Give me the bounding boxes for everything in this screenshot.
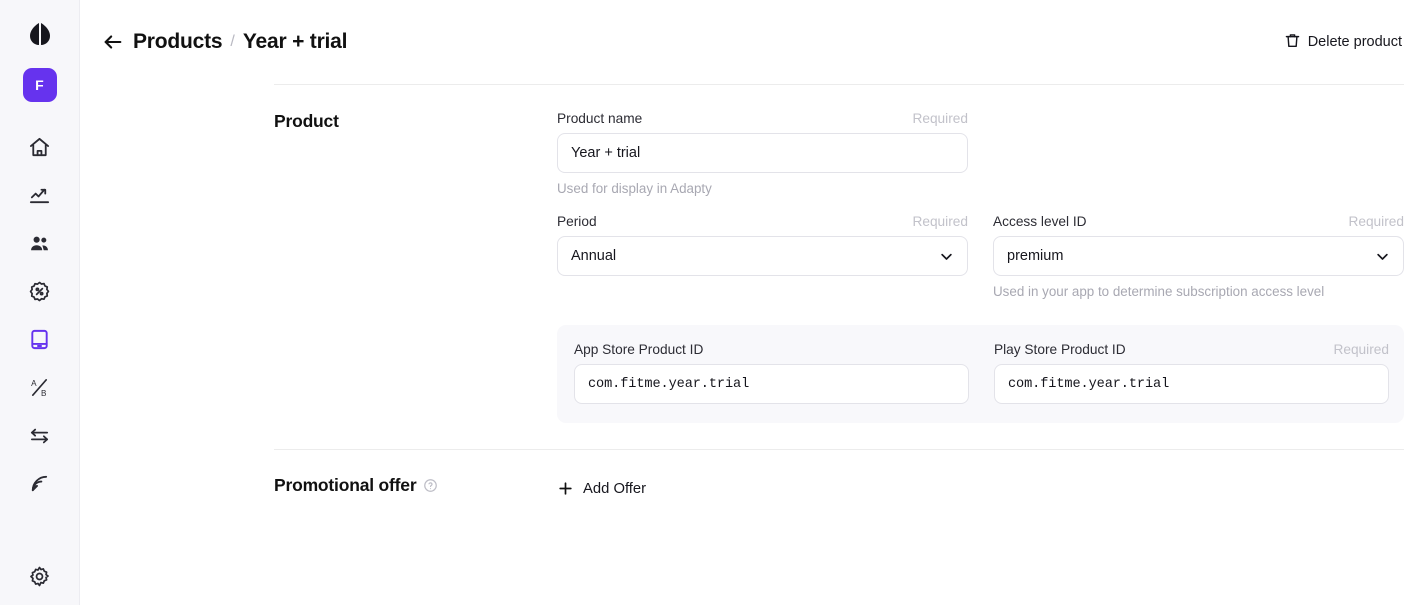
delete-product-button[interactable]: Delete product bbox=[1282, 26, 1404, 59]
sidebar-item-users[interactable] bbox=[20, 226, 60, 260]
access-level-select[interactable]: premium bbox=[993, 236, 1404, 276]
promo-section-title-text: Promotional offer bbox=[274, 475, 417, 495]
question-circle-icon[interactable] bbox=[423, 478, 438, 493]
product-name-row: Product name Required Year + trial Used … bbox=[557, 111, 1404, 196]
product-name-hint: Used for display in Adapty bbox=[557, 181, 712, 196]
svg-text:B: B bbox=[41, 389, 46, 398]
avatar[interactable]: F bbox=[22, 68, 57, 102]
sidebar-bottom bbox=[0, 559, 79, 593]
app-store-product-id-input[interactable]: com.fitme.year.trial bbox=[574, 364, 969, 404]
arrow-left-icon[interactable] bbox=[102, 31, 124, 53]
period-field: Period Required Annual bbox=[557, 214, 968, 299]
app-store-head: App Store Product ID bbox=[574, 342, 969, 357]
transfer-arrows-icon bbox=[28, 424, 51, 447]
access-level-select-value: premium bbox=[1007, 248, 1064, 264]
app-root: F A B Products / Year + trial Delete pro… bbox=[0, 0, 1426, 605]
chevron-down-icon bbox=[1375, 249, 1390, 264]
play-store-label: Play Store Product ID bbox=[994, 342, 1126, 357]
sidebar-item-integrations[interactable] bbox=[20, 418, 60, 452]
sidebar-item-settings[interactable] bbox=[20, 559, 60, 593]
period-head: Period Required bbox=[557, 214, 968, 229]
access-level-label: Access level ID bbox=[993, 214, 1087, 229]
product-section-title: Product bbox=[274, 111, 339, 131]
play-store-head: Play Store Product ID Required bbox=[994, 342, 1389, 357]
period-select-value: Annual bbox=[571, 248, 617, 264]
chevron-down-icon bbox=[939, 249, 954, 264]
play-store-product-id-input[interactable]: com.fitme.year.trial bbox=[994, 364, 1389, 404]
product-name-label: Product name bbox=[557, 111, 643, 126]
app-store-field: App Store Product ID com.fitme.year.tria… bbox=[574, 342, 969, 404]
sidebar-item-events[interactable] bbox=[20, 466, 60, 500]
plus-icon bbox=[557, 480, 574, 497]
topbar-actions: Delete product bbox=[1282, 26, 1404, 59]
mobile-device-icon bbox=[28, 328, 51, 351]
access-level-head: Access level ID Required bbox=[993, 214, 1404, 229]
breadcrumb-separator: / bbox=[230, 33, 235, 50]
sidebar-nav: A B bbox=[0, 130, 79, 500]
main-content: Products / Year + trial Delete product P… bbox=[80, 0, 1426, 605]
home-icon bbox=[28, 136, 51, 159]
period-label: Period bbox=[557, 214, 597, 229]
app-store-label: App Store Product ID bbox=[574, 342, 704, 357]
access-level-hint: Used in your app to determine subscripti… bbox=[993, 284, 1325, 299]
access-level-required: Required bbox=[1348, 214, 1404, 229]
product-section-title-col: Product bbox=[274, 111, 557, 423]
product-fields: Product name Required Year + trial Used … bbox=[557, 111, 1404, 423]
play-store-required: Required bbox=[1333, 342, 1389, 357]
product-name-required: Required bbox=[912, 111, 968, 126]
sidebar-item-promo[interactable] bbox=[20, 274, 60, 308]
sidebar-item-ab-tests[interactable]: A B bbox=[20, 370, 60, 404]
play-store-field: Play Store Product ID Required com.fitme… bbox=[994, 342, 1389, 404]
content-area: Product Product name Required Year + tri… bbox=[80, 84, 1426, 501]
product-name-input[interactable]: Year + trial bbox=[557, 133, 968, 173]
sidebar-item-analytics[interactable] bbox=[20, 178, 60, 212]
page-title: Year + trial bbox=[242, 30, 348, 53]
store-ids-panel: App Store Product ID com.fitme.year.tria… bbox=[557, 325, 1404, 423]
add-offer-label: Add Offer bbox=[583, 480, 647, 497]
users-icon bbox=[28, 232, 51, 255]
delete-product-label: Delete product bbox=[1307, 34, 1402, 50]
promo-fields: Add Offer bbox=[557, 475, 1404, 501]
product-name-field: Product name Required Year + trial Used … bbox=[557, 111, 968, 196]
discount-badge-icon bbox=[28, 280, 51, 303]
product-section: Product Product name Required Year + tri… bbox=[274, 85, 1404, 423]
gear-icon bbox=[28, 565, 51, 588]
sidebar-item-home[interactable] bbox=[20, 130, 60, 164]
promo-section-title: Promotional offer bbox=[274, 475, 557, 496]
sidebar-item-paywalls[interactable] bbox=[20, 322, 60, 356]
period-required: Required bbox=[912, 214, 968, 229]
add-offer-button[interactable]: Add Offer bbox=[557, 476, 646, 501]
product-name-head: Product name Required bbox=[557, 111, 968, 126]
ab-test-icon: A B bbox=[28, 376, 51, 399]
trash-icon bbox=[1284, 32, 1301, 53]
sidebar: F A B bbox=[0, 0, 80, 605]
promo-section-title-col: Promotional offer bbox=[274, 475, 557, 496]
svg-text:A: A bbox=[31, 379, 37, 388]
breadcrumb-products-link[interactable]: Products bbox=[133, 30, 223, 54]
line-chart-icon bbox=[28, 184, 51, 207]
period-select[interactable]: Annual bbox=[557, 236, 968, 276]
broadcast-icon bbox=[28, 472, 51, 495]
promotional-offer-section: Promotional offer Add Offer bbox=[274, 450, 1404, 501]
access-level-field: Access level ID Required premium Used in… bbox=[993, 214, 1404, 299]
topbar: Products / Year + trial Delete product bbox=[80, 0, 1426, 84]
breadcrumb: Products / Year + trial bbox=[102, 30, 348, 54]
period-access-row: Period Required Annual Access level ID R… bbox=[557, 214, 1404, 299]
adapty-leaf-logo[interactable] bbox=[20, 14, 60, 54]
